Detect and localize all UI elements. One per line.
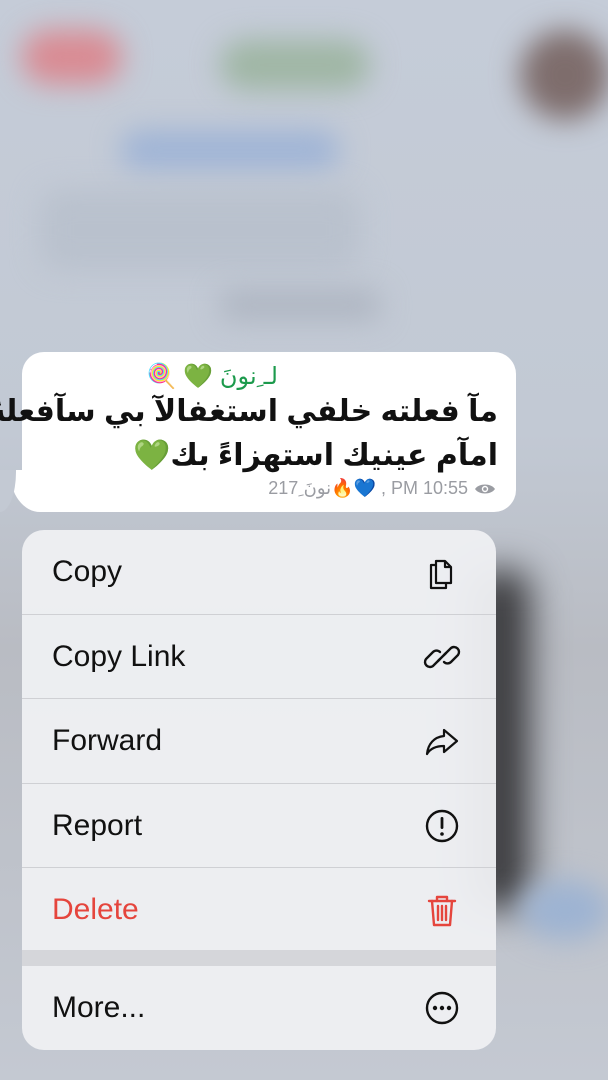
message-text-line-1: مآ فعلته خلفي استغفالآ بي سآفعلهُ <box>0 395 498 428</box>
menu-item-label: Delete <box>52 893 139 926</box>
menu-item-report[interactable]: Report <box>22 784 496 868</box>
blurred-shape <box>22 30 122 84</box>
blurred-shape <box>120 130 340 170</box>
link-icon <box>422 637 462 677</box>
menu-item-copy[interactable]: Copy <box>22 530 496 614</box>
eye-icon <box>474 482 496 496</box>
message-meta-text: 217 ِنونَ🔥💙 , PM 10:55 <box>268 478 468 498</box>
menu-item-label: Report <box>52 809 143 842</box>
menu-item-label: More... <box>52 991 146 1024</box>
context-menu: Copy Copy Link Forward Report Delete Mor… <box>22 530 496 1050</box>
menu-item-forward[interactable]: Forward <box>22 699 496 783</box>
menu-item-copy-link[interactable]: Copy Link <box>22 615 496 699</box>
message-sender: لـ ِنونَ 💚 🍭 <box>146 363 278 390</box>
more-icon <box>422 988 462 1028</box>
menu-item-label: Copy <box>52 555 123 588</box>
blurred-shape <box>520 880 608 940</box>
menu-item-delete[interactable]: Delete <box>22 868 496 952</box>
copy-icon <box>422 552 462 592</box>
blurred-avatar <box>520 30 608 120</box>
blurred-shape <box>40 190 360 270</box>
blurred-shape <box>220 290 380 320</box>
report-icon <box>422 806 462 846</box>
message-meta: 217 ِنونَ🔥💙 , PM 10:55 <box>268 478 496 499</box>
blurred-shape <box>220 40 370 90</box>
menu-item-label: Forward <box>52 724 163 757</box>
menu-group-separator <box>22 950 496 966</box>
menu-item-label: Copy Link <box>52 640 186 673</box>
forward-icon <box>422 721 462 761</box>
menu-item-more[interactable]: More... <box>22 966 496 1050</box>
trash-icon <box>422 890 462 930</box>
message-text-line-2: امآم عينيك استهزاءً بك💚 <box>133 439 498 472</box>
